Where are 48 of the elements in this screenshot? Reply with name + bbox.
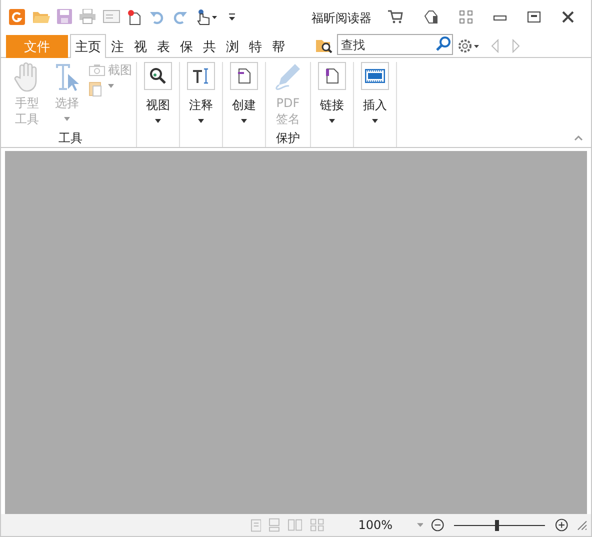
zoom-value[interactable]: 100% [358,518,393,532]
camera-icon [89,64,105,76]
maximize-icon[interactable] [527,10,541,24]
magnifier-icon [149,67,167,85]
ribbon-tab[interactable]: 保 [175,35,198,58]
page-icon [237,68,251,84]
search-field[interactable]: 查找 [337,34,453,55]
ribbon-tab[interactable]: 主页 [70,34,106,58]
fullscreen-icon[interactable] [459,10,473,24]
ribbon-button[interactable]: 链接 [315,62,349,147]
save-icon[interactable] [57,9,72,24]
zoom-dropdown-icon[interactable] [416,522,424,528]
slider-thumb[interactable] [495,520,500,530]
forward-icon[interactable] [511,39,521,53]
resize-grip-icon[interactable] [576,520,587,530]
cart-icon[interactable] [387,10,403,24]
settings-icon[interactable] [457,38,479,54]
window-title: 福昕阅读器 [310,10,372,27]
ribbon-tab[interactable]: 特 [244,35,267,58]
search-icon[interactable] [435,36,451,52]
app-logo-icon[interactable] [9,8,25,24]
ribbon-button[interactable]: 注释 [184,62,218,147]
ribbon-button[interactable]: 插入 [358,62,392,147]
folder-icon[interactable] [32,10,50,24]
ribbon-tab[interactable]: 共 [198,35,221,58]
film-icon [365,69,385,83]
ribbon-tab[interactable]: 浏 [221,35,244,58]
pen-icon [273,62,303,92]
ribbon-button[interactable]: 视图 [141,62,175,147]
mail-icon[interactable] [103,10,120,23]
back-icon[interactable] [490,39,500,53]
ribbon-tab[interactable]: 视 [129,35,152,58]
group-label: 保护 [275,131,301,147]
new-page-icon[interactable] [127,8,142,24]
customize-caret-icon[interactable] [228,12,236,20]
close-icon[interactable] [561,10,575,24]
ribbon-button[interactable]: 创建 [227,62,261,147]
folder-search-icon[interactable] [316,37,334,53]
group-label: 工具 [58,131,84,147]
page-icon [325,68,339,84]
text-icon [192,68,210,84]
zoom-out-icon[interactable] [431,518,444,532]
ribbon-tab[interactable]: 表 [152,35,175,58]
print-icon[interactable] [79,9,96,24]
zoom-in-icon[interactable] [555,518,569,532]
collapse-icon[interactable] [574,135,583,141]
ribbon-tab[interactable]: 注 [106,35,129,58]
ribbon-tab[interactable]: 帮 [267,35,290,58]
